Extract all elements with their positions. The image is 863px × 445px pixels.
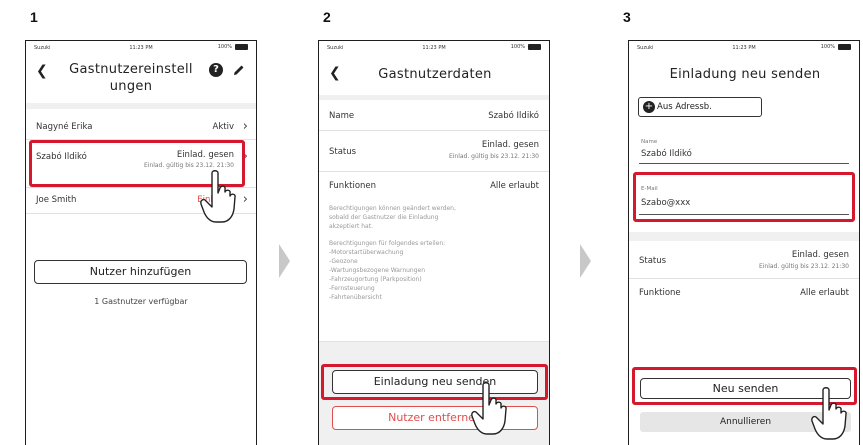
info-line: sobald der Gastnutzer die Einladung [329,214,439,221]
list-item: Berechtigungen für folgendes erteilen: [329,240,446,247]
section-gap [26,103,256,109]
page-title: Einladung neu senden [669,67,821,82]
field-underline [639,163,849,164]
address-book-label: Aus Adressb. [657,102,712,112]
functions-label: Funktione [639,288,681,298]
chevron-right-icon: › [242,192,248,207]
status-sub: Einlad. gültig bis 23.12. 21:30 [448,153,539,160]
tap-hand-icon [811,387,847,440]
user-name: Joe Smith [36,195,77,205]
section-gap [319,95,549,100]
status-sub: Einlad. gültig bis 23.12. 21:30 [758,263,849,270]
list-item: -Motorstartüberwachung [329,249,404,256]
back-chevron-icon[interactable]: ❮ [329,65,341,81]
status-row: Status Einlad. gesen Einlad. gültig bis … [629,249,859,275]
chevron-right-icon: › [242,119,248,134]
list-item: -Fahrzeugortung (Parkposition) [329,276,422,283]
tap-hand-icon [471,382,507,435]
info-line: Berechtigungen können geändert werden, [329,205,456,212]
functions-row: Funktione Alle erlaubt [629,288,859,302]
step-number-2: 2 [323,9,331,25]
title-line-2: ungen [109,79,153,94]
status-bar: Suzuki 11:23 PM 100% [319,41,549,55]
page-title: Gastnutzereinstell ungen [56,61,206,95]
list-item: -Geozone [329,258,358,265]
name-value: Szabó Ildikó [488,111,539,121]
next-arrow-icon [279,244,290,278]
available-count: 1 Gastnutzer verfügbar [94,297,188,306]
page-title: Gastnutzerdaten [378,67,492,82]
battery-indicator: 100% [218,44,248,50]
help-icon[interactable]: ? [209,63,223,77]
step-number-3: 3 [623,9,631,25]
info-line: akzeptiert hat. [329,223,373,230]
add-user-button[interactable]: Nutzer hinzufügen [34,260,247,284]
functions-value: Alle erlaubt [490,181,539,191]
battery-icon [528,44,541,50]
divider [629,278,859,279]
step-number-1: 1 [30,9,38,25]
plus-icon: + [643,101,655,113]
battery-percent: 100% [820,44,835,50]
next-arrow-icon [580,244,591,278]
status-label: Status [329,147,357,157]
list-item: -Fernsteuerung [329,285,375,292]
address-book-button[interactable]: + Aus Adressb. [638,97,762,117]
name-field[interactable]: Szabó Ildikó [641,149,692,159]
list-item: -Wartungsbezogene Warnungen [329,267,426,274]
permissions-list: Berechtigungen für folgendes erteilen: -… [329,239,445,302]
user-status: Aktiv [212,122,234,132]
functions-label: Funktionen [329,181,377,191]
list-item-user-1[interactable]: Nagyné Erika Aktiv › [26,119,256,136]
functions-row: Funktionen Alle erlaubt [319,181,549,195]
edit-pencil-icon[interactable] [232,63,246,77]
functions-value: Alle erlaubt [800,288,849,298]
highlight-box [321,364,548,400]
user-name: Nagyné Erika [36,122,93,132]
status-value: Einlad. gesen [481,140,539,150]
divider [319,130,549,131]
battery-icon [235,44,248,50]
battery-percent: 100% [510,44,525,50]
title-line-1: Gastnutzereinstell [69,62,193,77]
list-item: -Fahrtenübersicht [329,294,382,301]
section-gap [629,232,859,241]
battery-icon [838,44,851,50]
battery-percent: 100% [217,44,232,50]
divider [319,171,549,172]
battery-indicator: 100% [821,44,851,50]
battery-indicator: 100% [511,44,541,50]
status-label: Status [639,256,667,266]
tap-hand-icon [200,170,236,223]
name-row: Name Szabó Ildikó [319,111,549,125]
phone-screen-guest-settings: Suzuki 11:23 PM 100% ❮ Gastnutzereinstel… [25,40,257,445]
name-label: Name [329,111,355,121]
name-field-label: Name [641,139,658,145]
highlight-box [633,172,855,222]
status-row: Status Einlad. gesen Einlad. gültig bis … [319,139,549,165]
phone-screen-guest-data: Suzuki 11:23 PM 100% ❮ Gastnutzerdaten N… [318,40,550,445]
status-bar: Suzuki 11:23 PM 100% [629,41,859,55]
phone-screen-resend-invitation: Suzuki 11:23 PM 100% Einladung neu sende… [628,40,860,445]
status-bar: Suzuki 11:23 PM 100% [26,41,256,55]
back-chevron-icon[interactable]: ❮ [36,63,48,79]
status-value: Einlad. gesen [791,250,849,260]
permissions-info: Berechtigungen können geändert werden, s… [329,204,456,231]
